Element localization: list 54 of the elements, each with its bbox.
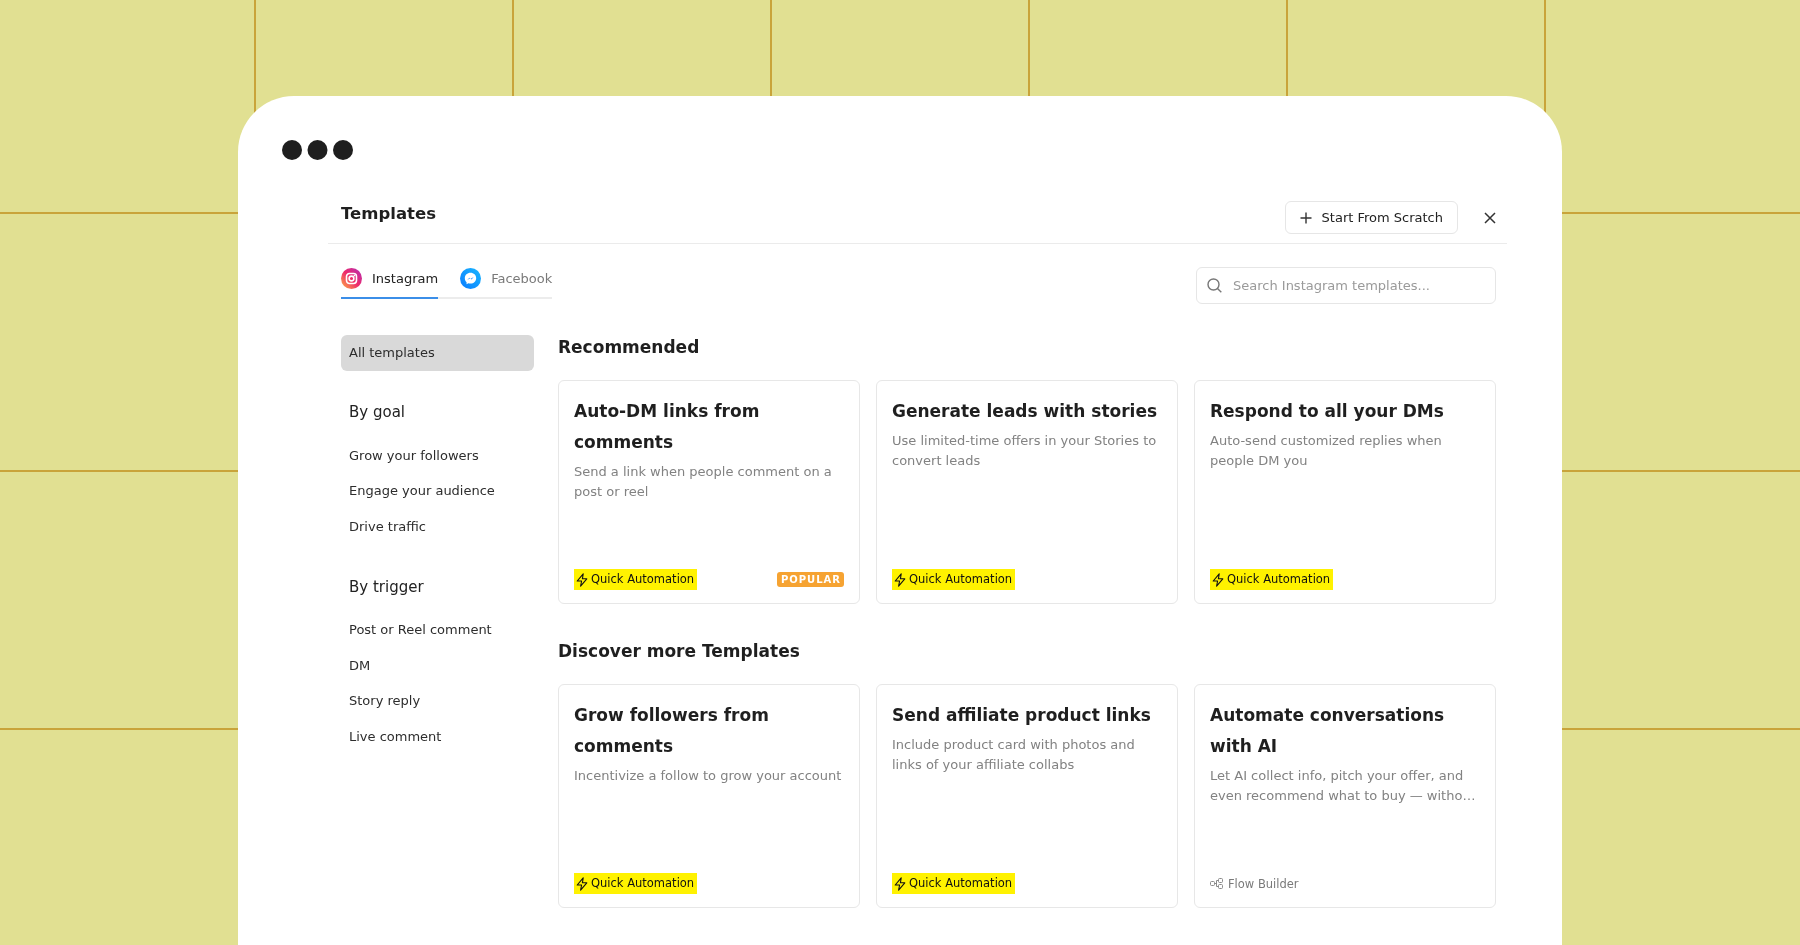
platform-tab[interactable]: Instagram [341, 268, 439, 299]
window-controls-icon [282, 140, 353, 160]
card-title: Send affiliate product links [892, 704, 1152, 727]
start-from-scratch-button[interactable]: Start From Scratch [1284, 201, 1458, 234]
card-title: Auto-DM links from comments [574, 400, 761, 454]
template-card[interactable]: Grow followers from comments Incentivize a follow to grow your account Quick Automation [558, 684, 860, 908]
sidebar-heading: By trigger [349, 576, 424, 597]
template-card[interactable]: Automate conversations with AI Let AI collect info, pitch your offer, and even recommend what to buy — witho… Flow Builder [1194, 684, 1496, 908]
card-title: Grow followers from comments [574, 704, 770, 758]
card-description: Send a link when people comment on a post or reel [574, 463, 833, 501]
sidebar-item[interactable]: Story reply [349, 691, 421, 711]
card-title: Generate leads with stories [892, 400, 1159, 423]
plus-icon [1299, 211, 1312, 224]
sidebar-item[interactable]: Post or Reel comment [349, 620, 492, 640]
sidebar-item[interactable]: DM [349, 655, 371, 676]
card-description: Incentivize a follow to grow your account [574, 767, 843, 785]
sidebar-item[interactable]: Live comment [349, 726, 442, 747]
tag-text: Quick Automation [909, 875, 1013, 892]
chat-bubble-icon [460, 268, 482, 289]
card-description: Auto-send customized replies when people DM you [1210, 432, 1443, 470]
sidebar-item[interactable]: Grow your followers [349, 445, 479, 466]
search-field[interactable]: Search Instagram templates... [1196, 267, 1496, 304]
template-card[interactable]: Send affiliate product links Include product card with photos and links of your affiliate collabs Quick Automation [876, 684, 1178, 908]
card-title: Automate conversations with AI [1210, 704, 1446, 758]
tag-text: Flow Builder [1228, 875, 1299, 892]
tag-text: Quick Automation [909, 571, 1013, 588]
sidebar-item[interactable]: Engage your audience [349, 481, 495, 501]
tag-text: Quick Automation [591, 875, 695, 892]
lightning-icon [1212, 572, 1224, 587]
section-heading: Recommended [558, 336, 700, 359]
sidebar-heading: By goal [349, 402, 405, 422]
tag-text: Quick Automation [1227, 571, 1331, 588]
page-title: Templates [341, 203, 436, 225]
template-card[interactable]: Generate leads with stories Use limited-time offers in your Stories to convert leads Quick Automation [876, 380, 1178, 604]
card-description: Use limited-time offers in your Stories to convert leads [892, 432, 1158, 470]
template-card[interactable]: Auto-DM links from comments Send a link when people comment on a post or reel Quick Automation POPULAR [558, 380, 860, 604]
section-heading: Discover more Templates [558, 640, 800, 663]
card-title: Respond to all your DMs [1210, 400, 1445, 423]
platform-tab[interactable]: Facebook [460, 268, 553, 299]
close-icon [1484, 211, 1496, 224]
card-description: Include product card with photos and links of your affiliate collabs [892, 736, 1136, 774]
search-icon [1207, 278, 1222, 293]
nodes-icon [1210, 878, 1223, 889]
camera-icon [341, 268, 362, 289]
lightning-icon [894, 572, 906, 587]
lightning-icon [576, 572, 588, 587]
sidebar-item[interactable]: All templates [341, 335, 534, 371]
template-card[interactable]: Respond to all your DMs Auto-send customized replies when people DM you Quick Automation [1194, 380, 1496, 604]
lightning-icon [894, 876, 906, 891]
sidebar-item[interactable]: Drive traffic [349, 516, 426, 537]
tag-text: Quick Automation [591, 571, 695, 588]
lightning-icon [576, 876, 588, 891]
popular-tag: POPULAR [776, 572, 844, 587]
card-description: Let AI collect info, pitch your offer, and even recommend what to buy — witho… [1210, 767, 1477, 805]
